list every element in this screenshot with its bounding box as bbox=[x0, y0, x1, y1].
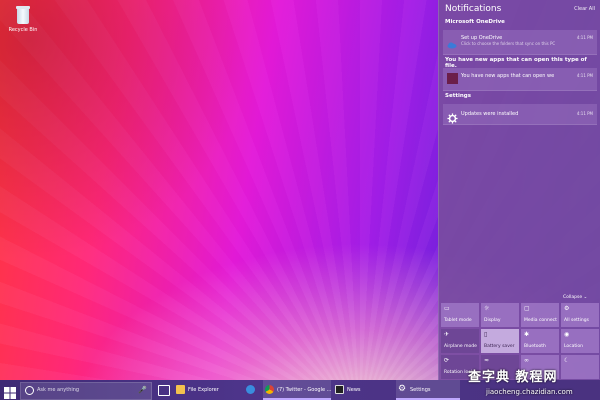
watermark-url: jiaocheng.chazidian.com bbox=[486, 388, 573, 396]
clear-all-button[interactable]: Clear All bbox=[574, 6, 595, 12]
display-icon: ☼ bbox=[484, 305, 490, 312]
quick-action-battery-saver[interactable]: ▯ Battery saver bbox=[481, 329, 519, 353]
quick-action-tablet-mode[interactable]: ▭ Tablet mode bbox=[441, 303, 479, 327]
quick-action-label: Airplane mode bbox=[444, 344, 477, 349]
notification-new-apps[interactable]: You have new apps that can open we 4:11 … bbox=[443, 68, 597, 91]
quick-action-all-settings[interactable]: ⚙ All settings bbox=[561, 303, 599, 327]
search-placeholder: Ask me anything bbox=[37, 387, 80, 393]
site-watermark: 查字典 教程网 jiaocheng.chazidian.com bbox=[468, 366, 600, 400]
cortana-icon bbox=[25, 386, 34, 395]
notification-subtitle: Click to choose the folders that sync on… bbox=[461, 41, 556, 46]
notification-time: 4:11 PM bbox=[576, 111, 593, 116]
tablet-icon: ▭ bbox=[444, 305, 450, 312]
quick-action-label: Tablet mode bbox=[444, 318, 472, 323]
notification-title: Updates were installed bbox=[461, 111, 519, 117]
quick-action-label: Bluetooth bbox=[524, 344, 546, 349]
collapse-label: Collapse bbox=[563, 295, 583, 300]
microphone-icon[interactable]: 🎤 bbox=[138, 386, 147, 394]
gear-icon: ⚙ bbox=[398, 384, 407, 394]
quick-action-location[interactable]: ◉ Location bbox=[561, 329, 599, 353]
notification-title: You have new apps that can open we bbox=[461, 73, 555, 79]
notification-onedrive[interactable]: Set up OneDrive Click to choose the fold… bbox=[443, 30, 597, 55]
app-icon bbox=[447, 73, 458, 84]
onedrive-icon bbox=[447, 35, 457, 49]
recycle-bin-label: Recycle Bin bbox=[8, 27, 38, 33]
quiet-hours-icon: ☾ bbox=[564, 357, 570, 364]
airplane-icon: ✈ bbox=[444, 331, 450, 338]
chrome-icon bbox=[265, 385, 274, 394]
taskbar-app-label: News bbox=[347, 387, 361, 393]
watermark-title: 查字典 教程网 bbox=[468, 370, 558, 385]
group-title-settings: Settings bbox=[445, 93, 471, 99]
edge-icon bbox=[246, 385, 255, 394]
taskbar-app-label: File Explorer bbox=[188, 387, 219, 393]
gear-icon: ⚙ bbox=[564, 305, 570, 312]
windows-logo-icon bbox=[4, 387, 16, 399]
quick-action-label: Battery saver bbox=[484, 344, 515, 349]
wifi-icon: ≈ bbox=[484, 357, 490, 364]
notification-time: 4:11 PM bbox=[576, 35, 593, 40]
taskbar-app-label: (7) Twitter - Google ... bbox=[277, 387, 332, 393]
taskbar-app-news[interactable]: News bbox=[333, 380, 393, 400]
notification-updates[interactable]: Updates were installed 4:11 PM bbox=[443, 104, 597, 125]
recycle-bin-shortcut[interactable]: Recycle Bin bbox=[3, 4, 43, 33]
quick-action-airplane-mode[interactable]: ✈ Airplane mode bbox=[441, 329, 479, 353]
rotation-icon: ⟳ bbox=[444, 357, 450, 364]
quick-action-label: Display bbox=[484, 318, 501, 323]
taskbar-app-settings[interactable]: ⚙ Settings bbox=[396, 380, 460, 400]
recycle-bin-icon bbox=[14, 4, 32, 26]
action-center-header: Notifications Clear All bbox=[445, 4, 595, 18]
group-title-onedrive: Microsoft OneDrive bbox=[445, 19, 505, 25]
quick-action-display[interactable]: ☼ Display bbox=[481, 303, 519, 327]
taskbar-app-file-explorer[interactable]: File Explorer bbox=[174, 380, 242, 400]
taskbar-app-edge[interactable] bbox=[244, 380, 262, 400]
quick-action-bluetooth[interactable]: ✱ Bluetooth bbox=[521, 329, 559, 353]
start-button[interactable] bbox=[4, 384, 16, 399]
vpn-icon: ∞ bbox=[524, 357, 529, 364]
folder-icon bbox=[176, 385, 185, 394]
taskbar-app-chrome[interactable]: (7) Twitter - Google ... bbox=[263, 380, 331, 400]
quick-action-media-connect[interactable]: ▢ Media connect bbox=[521, 303, 559, 327]
cortana-search-box[interactable]: Ask me anything 🎤 bbox=[20, 382, 152, 400]
location-icon: ◉ bbox=[564, 331, 570, 338]
quick-action-label: Location bbox=[564, 344, 584, 349]
cast-icon: ▢ bbox=[524, 305, 530, 312]
notification-time: 4:11 PM bbox=[576, 73, 593, 78]
task-view-button[interactable] bbox=[158, 385, 170, 396]
gear-icon bbox=[447, 109, 458, 124]
quick-action-label: Media connect bbox=[524, 318, 557, 323]
action-center-title: Notifications bbox=[445, 4, 502, 14]
news-icon bbox=[335, 385, 344, 394]
battery-icon: ▯ bbox=[484, 331, 488, 338]
action-center: Notifications Clear All Microsoft OneDri… bbox=[438, 0, 600, 380]
collapse-button[interactable]: Collapse ⌄ bbox=[563, 295, 587, 300]
quick-action-label: All settings bbox=[564, 318, 589, 323]
taskbar-app-label: Settings bbox=[410, 387, 431, 393]
bluetooth-icon: ✱ bbox=[524, 331, 530, 338]
